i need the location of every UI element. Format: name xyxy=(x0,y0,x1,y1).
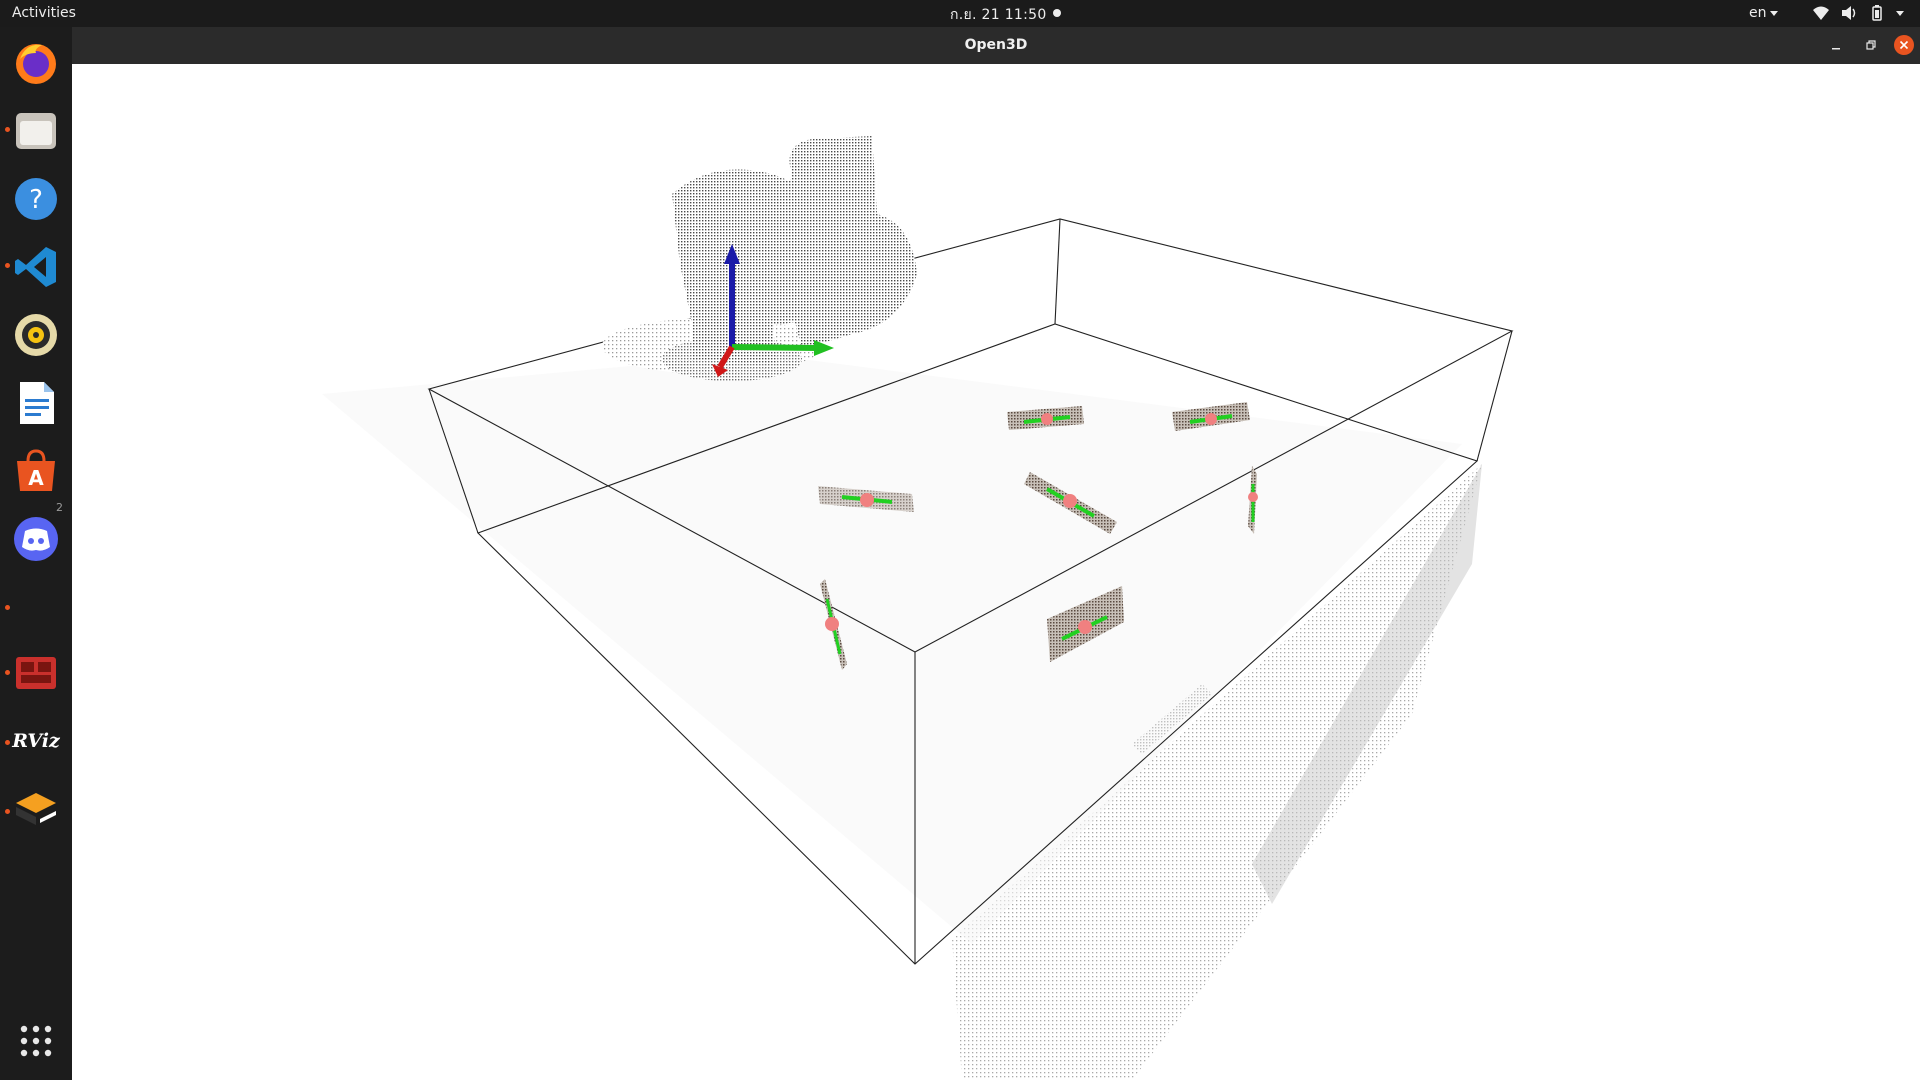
clock[interactable]: ก.ย. 21 11:50 xyxy=(950,4,1047,26)
running-indicator xyxy=(5,740,10,745)
running-indicator xyxy=(5,605,10,610)
close-button[interactable] xyxy=(1894,35,1914,55)
files-icon[interactable] xyxy=(12,107,60,155)
chevron-down-icon xyxy=(1770,11,1778,16)
running-indicator xyxy=(5,670,10,675)
activities-button[interactable]: Activities xyxy=(12,5,76,21)
discord-icon[interactable] xyxy=(12,515,60,563)
system-menu-chevron-icon[interactable] xyxy=(1896,11,1904,16)
robot-arm-point-cloud xyxy=(602,136,917,381)
point-cloud-scene[interactable] xyxy=(72,64,1920,1080)
restore-button[interactable] xyxy=(1860,35,1880,55)
libreoffice-writer-icon[interactable] xyxy=(12,379,60,427)
ros-stack-icon[interactable] xyxy=(12,785,60,833)
vscode-icon[interactable] xyxy=(12,243,60,291)
rviz-icon[interactable]: RViz xyxy=(12,717,60,765)
window-title-bar[interactable]: Open3D xyxy=(72,27,1920,64)
notification-dot-icon xyxy=(1053,9,1061,17)
minimize-button[interactable] xyxy=(1826,35,1846,55)
workspace-badge: 2 xyxy=(56,501,63,514)
battery-icon[interactable] xyxy=(1870,5,1884,21)
volume-icon[interactable] xyxy=(1840,5,1858,21)
firefox-icon[interactable] xyxy=(12,39,60,87)
window-title: Open3D xyxy=(964,37,1028,53)
running-indicator xyxy=(5,127,10,132)
open3d-viewport[interactable] xyxy=(72,64,1920,1080)
svg-text:?: ? xyxy=(29,185,43,215)
help-icon[interactable]: ? xyxy=(12,175,60,223)
wifi-icon[interactable] xyxy=(1812,5,1830,21)
language-indicator[interactable]: en xyxy=(1749,5,1767,21)
remote-desktop-icon[interactable] xyxy=(12,649,60,697)
dock: ? A 2 RViz xyxy=(0,27,72,1080)
top-bar: Activities ก.ย. 21 11:50 en xyxy=(0,0,1920,27)
svg-text:A: A xyxy=(28,466,44,490)
show-apps-icon[interactable] xyxy=(12,1017,60,1065)
software-center-icon[interactable]: A xyxy=(12,447,60,495)
running-indicator xyxy=(5,263,10,268)
rviz-label: RViz xyxy=(12,730,60,752)
rhythmbox-icon[interactable] xyxy=(12,311,60,359)
running-indicator xyxy=(5,809,10,814)
